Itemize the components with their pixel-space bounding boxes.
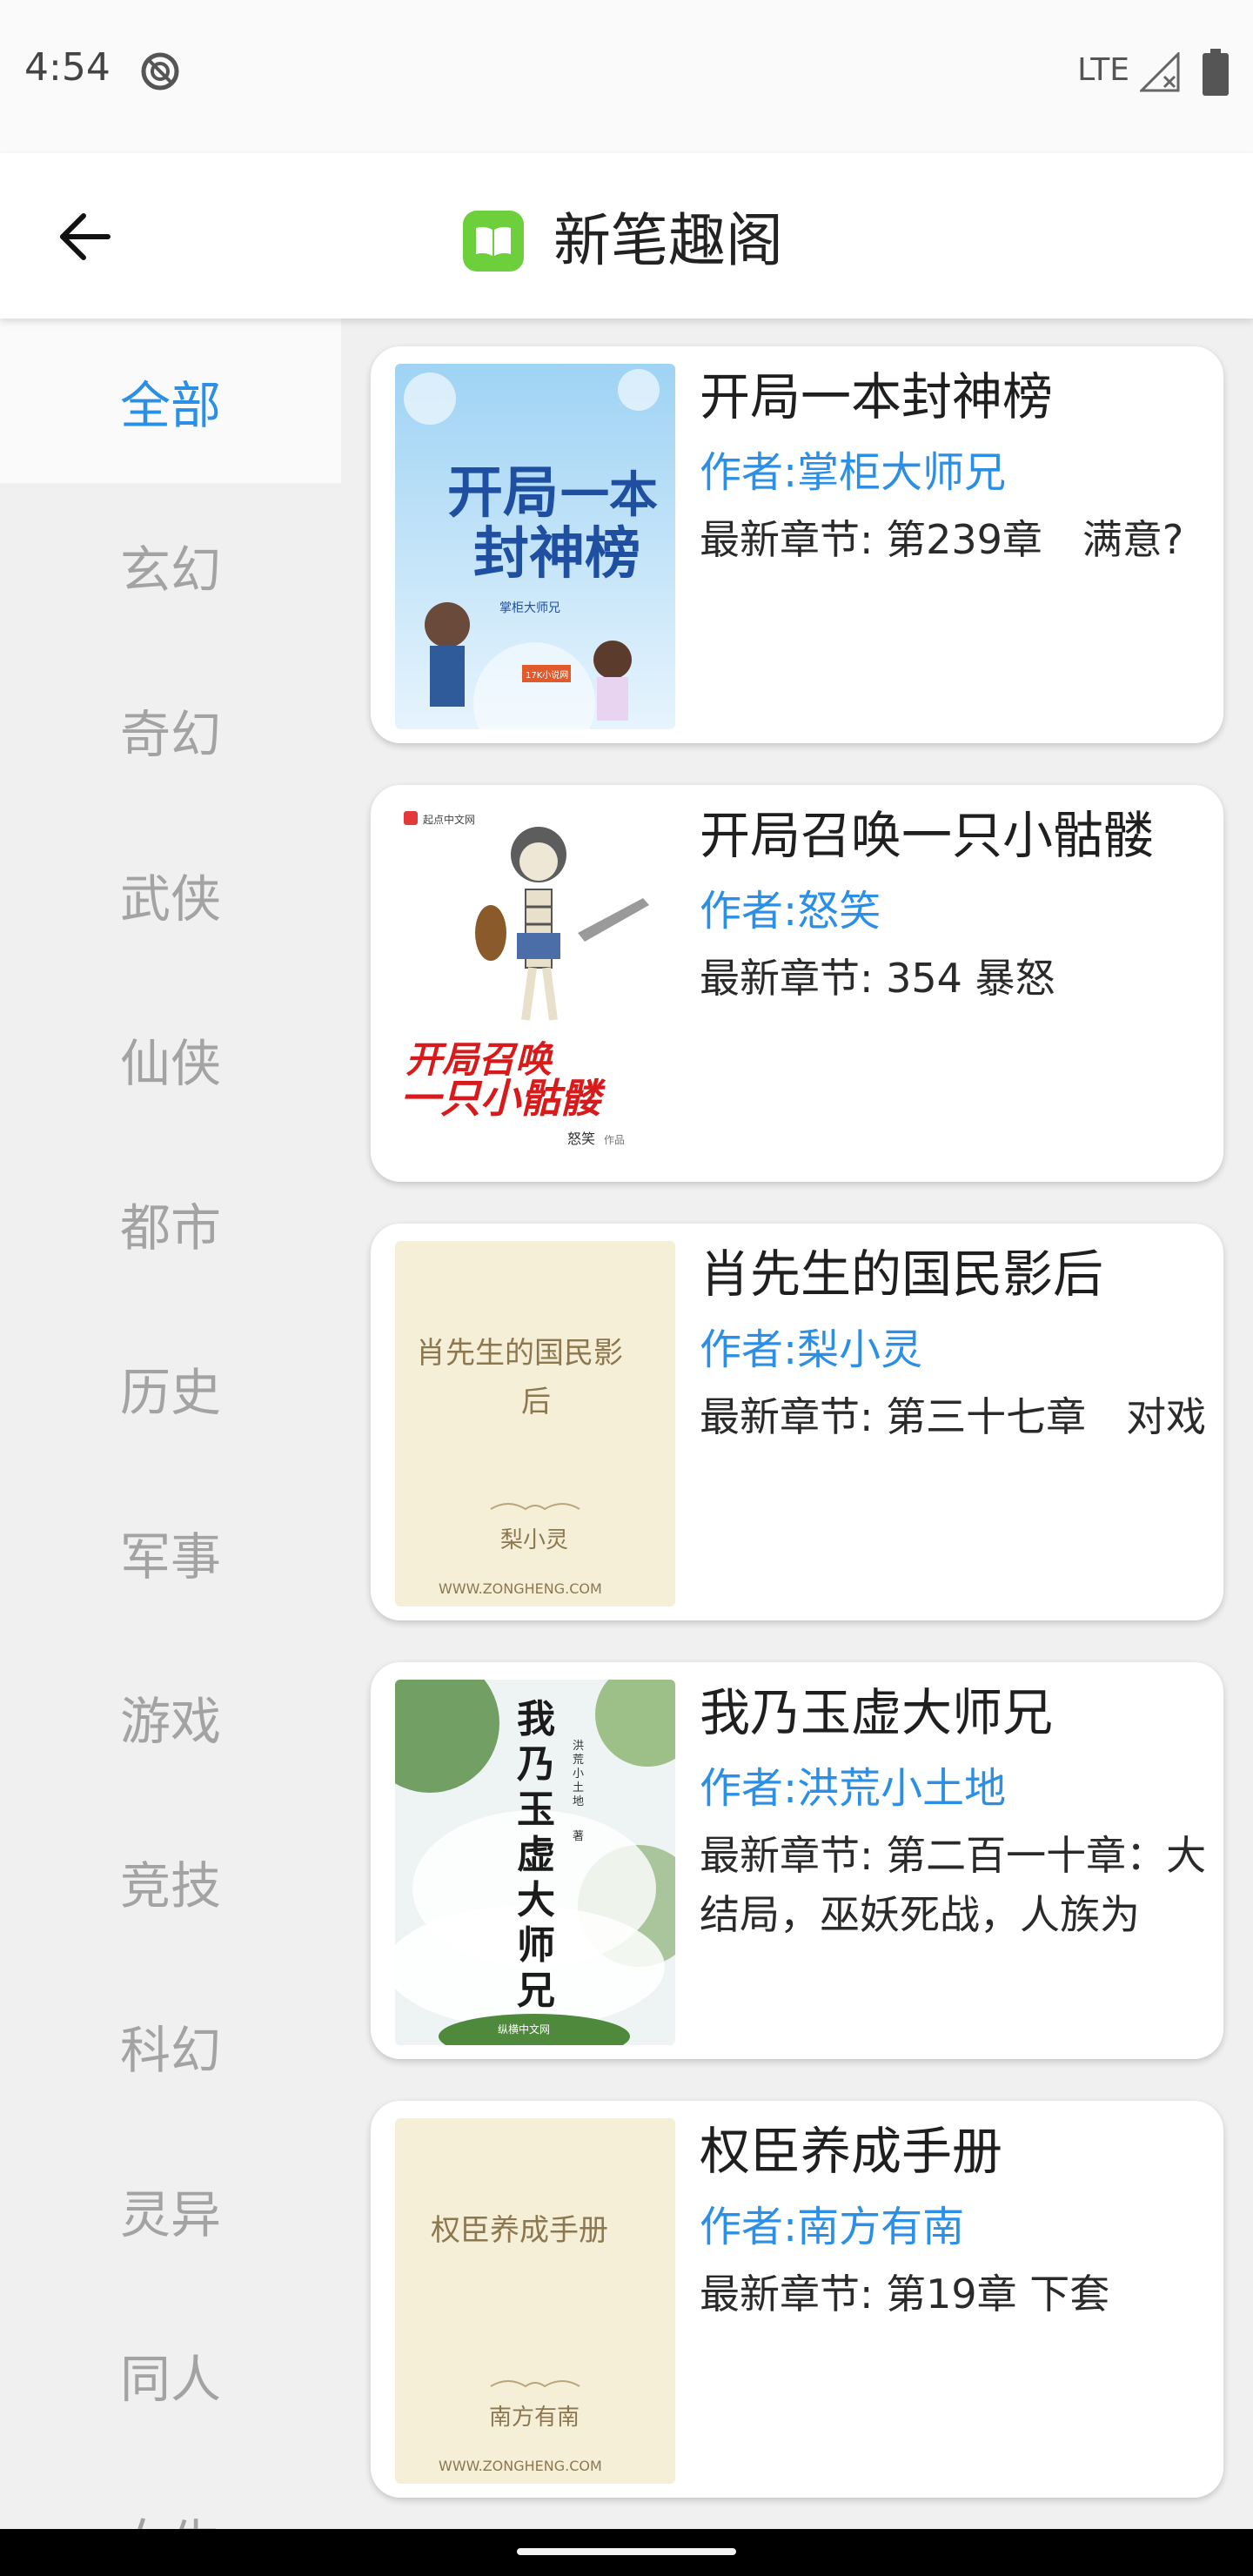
category-kehuan[interactable]: 科幻: [0, 1963, 341, 2128]
home-gesture-handle[interactable]: [517, 2548, 736, 2555]
book-cover: 权臣养成手册 南方有南 WWW.ZONGHENG.COM: [395, 2118, 675, 2484]
category-youxi[interactable]: 游戏: [0, 1634, 341, 1799]
category-wuxia[interactable]: 武侠: [0, 812, 341, 976]
svg-text:虚: 虚: [517, 1833, 555, 1877]
category-all[interactable]: 全部: [0, 319, 341, 483]
book-title: 开局一本封神榜: [700, 367, 1054, 426]
cover-author: 梨小灵: [500, 1527, 568, 1553]
cover-site: WWW.ZONGHENG.COM: [439, 1580, 602, 1597]
cover-badge: 17K小说网: [526, 669, 568, 681]
category-qihuan[interactable]: 奇幻: [0, 647, 341, 812]
book-list: 开局 一本 封神榜 掌柜大师兄 17K小说网 开局一本封神榜 作者:掌柜大师兄 …: [341, 319, 1253, 2529]
book-cover: 开局 一本 封神榜 掌柜大师兄 17K小说网: [395, 364, 675, 729]
book-card[interactable]: 权臣养成手册 南方有南 WWW.ZONGHENG.COM 权臣养成手册 作者:南…: [371, 2101, 1223, 2498]
book-icon: [476, 226, 511, 256]
status-bar: 4:54 LTE: [0, 0, 1253, 153]
battery-icon: [1203, 49, 1229, 96]
svg-text:荒: 荒: [573, 1754, 584, 1767]
category-jingji[interactable]: 竞技: [0, 1799, 341, 1963]
cover-badge: 纵横中文网: [498, 2023, 550, 2036]
app-logo: [463, 211, 524, 272]
book-latest-chapter: 最新章节: 第三十七章 对戏: [700, 1393, 1207, 1440]
category-xianxia[interactable]: 仙侠: [0, 976, 341, 1141]
cover-author: 怒笑: [567, 1130, 595, 1147]
cover-art: 肖先生的国民影 后 梨小灵 WWW.ZONGHENG.COM: [395, 1241, 675, 1607]
arrow-left-icon: [60, 213, 111, 260]
category-dushi[interactable]: 都市: [0, 1141, 341, 1305]
cover-art: 起点中文网 开局召唤 一只小骷髅 怒笑 作品: [395, 802, 675, 1168]
book-latest-chapter: 最新章节: 第19章 下套: [700, 2271, 1110, 2318]
book-cover: 起点中文网 开局召唤 一只小骷髅 怒笑 作品: [395, 802, 675, 1168]
book-author: 作者:怒笑: [700, 887, 881, 936]
network-type: LTE: [1077, 52, 1129, 88]
book-title: 开局召唤一只小骷髅: [700, 806, 1155, 865]
book-card[interactable]: 起点中文网 开局召唤 一只小骷髅 怒笑 作品 开局召唤一只小骷髅 作者:怒笑 最…: [371, 785, 1223, 1182]
cover-title-line1: 开局: [447, 460, 559, 526]
cover-author: 掌柜大师兄: [499, 601, 560, 615]
book-card[interactable]: 肖先生的国民影 后 梨小灵 WWW.ZONGHENG.COM 肖先生的国民影后 …: [371, 1224, 1223, 1620]
cover-art: 权臣养成手册 南方有南 WWW.ZONGHENG.COM: [395, 2118, 675, 2484]
book-cover: 肖先生的国民影 后 梨小灵 WWW.ZONGHENG.COM: [395, 1241, 675, 1607]
cover-art: 我 乃 玉 虚 大 师 兄 洪 荒 小 土 地 著 纵横中文网: [395, 1680, 675, 2045]
book-title: 权臣养成手册: [700, 2122, 1003, 2181]
cover-title-vertical: 我 乃 玉 虚 大 师 兄: [517, 1697, 555, 2013]
book-title: 我乃玉虚大师兄: [700, 1683, 1054, 1742]
back-button[interactable]: [42, 197, 129, 277]
svg-text:小: 小: [573, 1768, 584, 1781]
svg-text:我: 我: [517, 1697, 555, 1741]
svg-text:乃: 乃: [517, 1742, 555, 1787]
cover-title-line2: 一只小骷髅: [400, 1075, 606, 1122]
svg-text:兄: 兄: [517, 1969, 555, 2013]
category-lishi[interactable]: 历史: [0, 1305, 341, 1470]
svg-text:地: 地: [573, 1795, 584, 1808]
cover-art: 开局 一本 封神榜 掌柜大师兄 17K小说网: [395, 364, 675, 729]
book-author: 作者:梨小灵: [700, 1325, 923, 1374]
book-card[interactable]: 开局 一本 封神榜 掌柜大师兄 17K小说网 开局一本封神榜 作者:掌柜大师兄 …: [371, 346, 1223, 743]
svg-text:大: 大: [517, 1878, 555, 1922]
cover-suffix: 作品: [604, 1134, 625, 1146]
app-toolbar: 新笔趣阁: [0, 153, 1253, 319]
svg-text:师: 师: [517, 1923, 555, 1968]
book-latest-chapter: 最新章节: 第239章 满意?: [700, 516, 1184, 563]
cover-title-line1: 肖先生的国民影: [416, 1336, 623, 1371]
category-sidebar: 全部 玄幻 奇幻 武侠 仙侠 都市 历史 军事 游戏 竞技 科幻 灵异 同人 女…: [0, 319, 341, 2529]
book-title: 肖先生的国民影后: [700, 1244, 1104, 1304]
cover-title: 权臣养成手册: [431, 2213, 608, 2248]
svg-text:洪: 洪: [573, 1740, 584, 1753]
book-cover: 我 乃 玉 虚 大 师 兄 洪 荒 小 土 地 著 纵横中文网: [395, 1680, 675, 2045]
book-author: 作者:南方有南: [700, 2203, 965, 2251]
book-latest-chapter: 最新章节: 第二百一十章：大结局，巫妖死战，人族为: [700, 1832, 1207, 1938]
cover-author: 南方有南: [489, 2405, 580, 2431]
status-time: 4:54: [24, 45, 111, 90]
cover-site: WWW.ZONGHENG.COM: [439, 2458, 602, 2474]
app-title: 新笔趣阁: [553, 207, 783, 274]
category-tongren[interactable]: 同人: [0, 2292, 341, 2457]
category-nvsheng[interactable]: 女生: [0, 2457, 341, 2530]
svg-text:玉: 玉: [517, 1788, 555, 1832]
do-not-disturb-icon: [141, 52, 179, 91]
cover-title-line1b: 一本: [560, 466, 658, 524]
category-lingyi[interactable]: 灵异: [0, 2128, 341, 2292]
category-junshi[interactable]: 军事: [0, 1470, 341, 1634]
signal-icon: [1140, 52, 1180, 92]
book-author: 作者:掌柜大师兄: [700, 448, 1007, 497]
cover-suffix: 著: [573, 1830, 584, 1843]
book-card[interactable]: 我 乃 玉 虚 大 师 兄 洪 荒 小 土 地 著 纵横中文网 我乃玉虚大师兄 …: [371, 1662, 1223, 2059]
svg-text:土: 土: [573, 1781, 584, 1794]
cover-title-line2: 后: [521, 1385, 551, 1419]
category-xuanhuan[interactable]: 玄幻: [0, 483, 341, 647]
cover-publisher: 起点中文网: [423, 813, 475, 826]
cover-author-vertical: 洪 荒 小 土 地: [573, 1740, 584, 1808]
cover-title-line2: 封神榜: [473, 521, 640, 587]
book-author: 作者:洪荒小土地: [700, 1764, 1007, 1813]
book-latest-chapter: 最新章节: 354 暴怒: [700, 955, 1055, 1002]
